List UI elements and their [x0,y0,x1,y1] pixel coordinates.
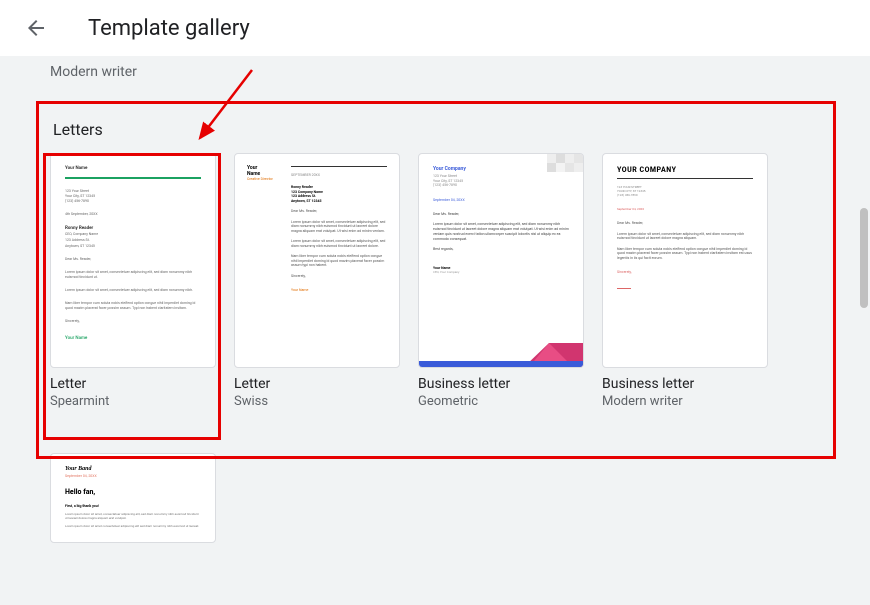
template-title: Letter [234,376,400,392]
template-swiss[interactable]: YourName Creative Director SEPTEMBER 20X… [234,153,400,409]
section-title-letters: Letters [0,80,870,153]
template-row: Your Name 123 Your StreetYour City, ST 1… [0,153,870,409]
template-modern-writer[interactable]: YOUR COMPANY 123 YOUR STREETYOUR CITY, S… [602,153,768,409]
template-subtitle: Geometric [418,394,584,409]
preview-name: Your Name [65,166,201,171]
template-preview-modern-writer: YOUR COMPANY 123 YOUR STREETYOUR CITY, S… [602,153,768,368]
vertical-scrollbar[interactable] [860,208,868,308]
template-geometric[interactable]: Your Company 123 Your StreetYour City, S… [418,153,584,409]
template-coral[interactable]: Your Band September 04, 20XX Hello fan, … [50,453,216,543]
template-preview-geometric: Your Company 123 Your StreetYour City, S… [418,153,584,368]
arrow-left-icon [24,16,48,40]
header: Template gallery [0,0,870,56]
template-preview-swiss: YourName Creative Director SEPTEMBER 20X… [234,153,400,368]
template-subtitle: Spearmint [50,394,216,409]
divider [65,177,201,179]
template-preview-coral: Your Band September 04, 20XX Hello fan, … [50,453,216,543]
template-subtitle: Modern writer [602,394,768,409]
template-title: Business letter [602,376,768,392]
template-spearmint[interactable]: Your Name 123 Your StreetYour City, ST 1… [50,153,216,409]
next-template-row: Your Band September 04, 20XX Hello fan, … [0,409,870,543]
back-button[interactable] [24,16,48,40]
preview-signature: Your Name [65,336,201,341]
preview-date: 4th September, 20XX [65,212,201,217]
geometric-corner-icon [547,154,583,172]
content-area: Modern writer Letters Your Name 123 Your… [0,56,870,605]
template-title: Letter [50,376,216,392]
template-title: Business letter [418,376,584,392]
previous-category-subtitle: Modern writer [0,56,870,80]
template-subtitle: Swiss [234,394,400,409]
geometric-footer-shape [419,343,584,367]
page-title: Template gallery [88,16,250,41]
template-preview-spearmint: Your Name 123 Your StreetYour City, ST 1… [50,153,216,368]
